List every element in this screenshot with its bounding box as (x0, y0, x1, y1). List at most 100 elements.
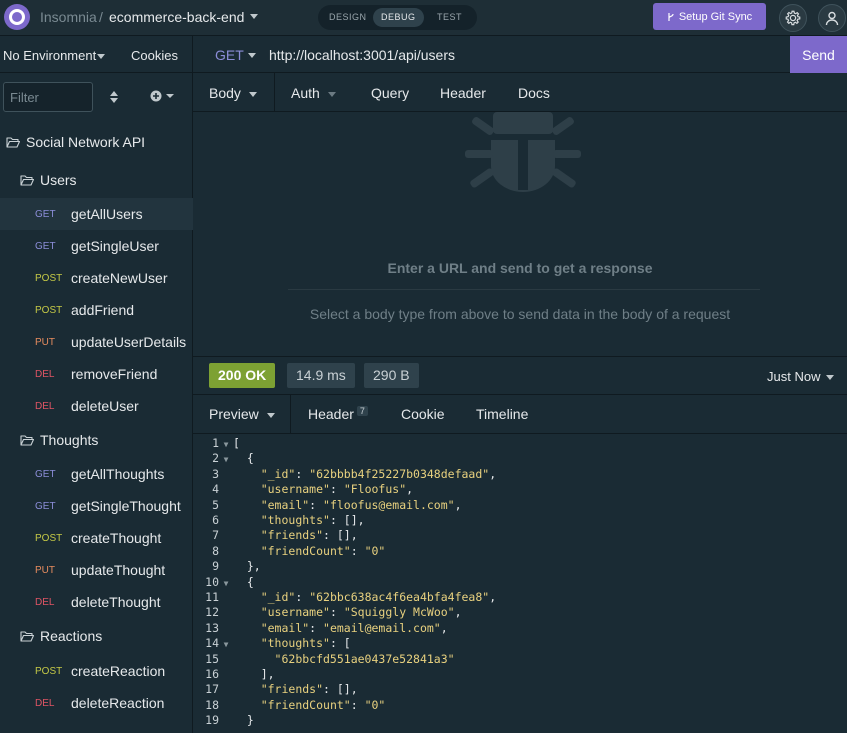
tab-query[interactable]: Query (371, 85, 409, 101)
settings-button[interactable] (779, 4, 807, 32)
chevron-down-icon[interactable] (826, 375, 834, 380)
code-text: "username": "Floofus", (260, 482, 414, 497)
code-text: "_id": "62bbc638ac4f6ea4bfa4fea8", (260, 590, 497, 604)
code-line: 15 "62bbcfd551ae0437e52841a3" (193, 652, 454, 667)
git-sync-label: Setup Git Sync (678, 10, 753, 23)
code-text: "friends": [], (260, 682, 358, 697)
account-button[interactable] (818, 4, 846, 32)
request-name: getAllThoughts (71, 466, 165, 482)
code-line: 12 "username": "Squiggly McWoo", (193, 605, 461, 620)
request-item[interactable]: POST createReaction (0, 655, 193, 687)
code-text: "thoughts": [], (260, 513, 365, 527)
code-line: 8 "friendCount": "0" (193, 544, 385, 559)
line-number: 17 (205, 682, 219, 697)
fold-caret-icon[interactable]: ▼ (219, 637, 233, 652)
environment-selector[interactable]: No Environment (3, 48, 96, 63)
fold-caret-icon[interactable]: ▼ (219, 452, 233, 467)
breadcrumb-app[interactable]: Insomnia (40, 9, 97, 25)
folder-item[interactable]: Social Network API (0, 126, 193, 158)
request-name: createReaction (71, 663, 166, 679)
add-circle-icon[interactable] (150, 90, 174, 102)
code-line: 2 ▼ { (193, 451, 254, 466)
method-badge: POST (35, 272, 63, 284)
tab-auth[interactable]: Auth (291, 85, 336, 101)
code-text: "friendCount": "0" (260, 697, 386, 712)
code-line: 5 "email": "floofus@email.com", (193, 497, 462, 513)
breadcrumb-project[interactable]: ecommerce-back-end (109, 9, 244, 25)
header-count-badge: 7 (356, 406, 368, 416)
method-badge: GET (35, 468, 56, 480)
folder-item[interactable]: Thoughts (0, 424, 193, 456)
setup-git-sync-button[interactable]: Setup Git Sync (653, 3, 766, 30)
mode-design[interactable]: DESIGN (321, 8, 375, 27)
code-line: 13 "email": "email@email.com", (193, 621, 448, 636)
code-text: "email": "floofus@email.com", (260, 497, 462, 512)
tab-docs[interactable]: Docs (518, 85, 550, 101)
code-text: "_id": "62bbbb4f25227b0348defaad", (260, 466, 497, 481)
folder-label: Reactions (40, 628, 103, 644)
request-item[interactable]: POST createThought (0, 522, 193, 554)
request-name: deleteUser (71, 398, 139, 414)
line-number: 9 (212, 559, 219, 574)
folder-item[interactable]: Users (0, 164, 193, 196)
line-number: 16 (205, 667, 219, 681)
code-text: } (233, 713, 254, 728)
tab-preview-label: Preview (209, 406, 259, 422)
mode-debug[interactable]: DEBUG (373, 8, 424, 27)
cookies-button[interactable]: Cookies (131, 48, 178, 63)
method-badge: GET (35, 208, 56, 220)
tab-cookie[interactable]: Cookie (401, 406, 445, 422)
tab-auth-label: Auth (291, 85, 320, 101)
request-item[interactable]: PUT updateThought (0, 554, 193, 586)
response-json-viewer[interactable]: 1 ▼[2 ▼ {3 "_id": "62bbbb4f25227b0348defaa… (193, 434, 847, 733)
line-number: 2 (212, 451, 219, 466)
folder-item[interactable]: Reactions (0, 620, 193, 652)
tab-body[interactable]: Body (209, 85, 257, 101)
code-text: ], (233, 667, 275, 681)
method-selector[interactable]: GET (215, 47, 244, 63)
request-item[interactable]: GET getAllThoughts (0, 458, 193, 490)
tab-header[interactable]: Header (440, 85, 486, 101)
request-item[interactable]: POST addFriend (0, 294, 193, 326)
url-input[interactable]: http://localhost:3001/api/users (269, 47, 455, 63)
folder-label: Users (40, 172, 77, 188)
code-line: 10 ▼ { (193, 575, 254, 590)
response-history-selector[interactable]: Just Now (767, 369, 820, 384)
request-name: deleteThought (71, 594, 161, 610)
line-number: 11 (205, 590, 219, 604)
line-number: 10 (205, 574, 219, 589)
chevron-down-icon[interactable] (97, 54, 105, 59)
user-icon (825, 11, 839, 26)
request-item[interactable]: DEL deleteThought (0, 586, 193, 618)
code-text: { (233, 574, 254, 589)
line-number: 8 (212, 543, 219, 558)
fold-caret-icon[interactable]: ▼ (219, 576, 233, 591)
request-item[interactable]: GET getSingleThought (0, 490, 193, 522)
chevron-down-icon[interactable] (248, 53, 256, 58)
sort-icon[interactable] (109, 90, 119, 104)
send-button[interactable]: Send (790, 36, 847, 73)
method-badge: PUT (35, 336, 55, 348)
request-item[interactable]: DEL deleteReaction (0, 687, 193, 719)
tab-preview[interactable]: Preview (209, 406, 275, 422)
size-badge: 290 B (364, 363, 419, 388)
insomnia-logo-icon[interactable] (4, 4, 30, 30)
code-line: 6 "thoughts": [], (193, 513, 365, 528)
filter-input[interactable]: Filter (3, 82, 93, 112)
request-item[interactable]: GET getAllUsers (0, 198, 193, 230)
tab-response-header[interactable]: Header 7 (308, 406, 368, 422)
request-item[interactable]: DEL deleteUser (0, 390, 193, 422)
tab-timeline[interactable]: Timeline (476, 406, 528, 422)
chevron-down-icon[interactable] (250, 14, 258, 19)
mode-test[interactable]: TEST (429, 8, 470, 27)
request-item[interactable]: POST createNewUser (0, 262, 193, 294)
request-name: getAllUsers (71, 206, 143, 222)
request-item[interactable]: PUT updateUserDetails (0, 326, 193, 358)
request-item[interactable]: DEL removeFriend (0, 358, 193, 390)
request-item[interactable]: GET getSingleUser (0, 230, 193, 262)
method-badge: DEL (35, 400, 55, 412)
line-number: 6 (212, 513, 219, 527)
code-line: 1 ▼[ (193, 436, 240, 451)
line-number: 3 (212, 466, 219, 481)
fold-caret-icon[interactable]: ▼ (219, 437, 233, 452)
